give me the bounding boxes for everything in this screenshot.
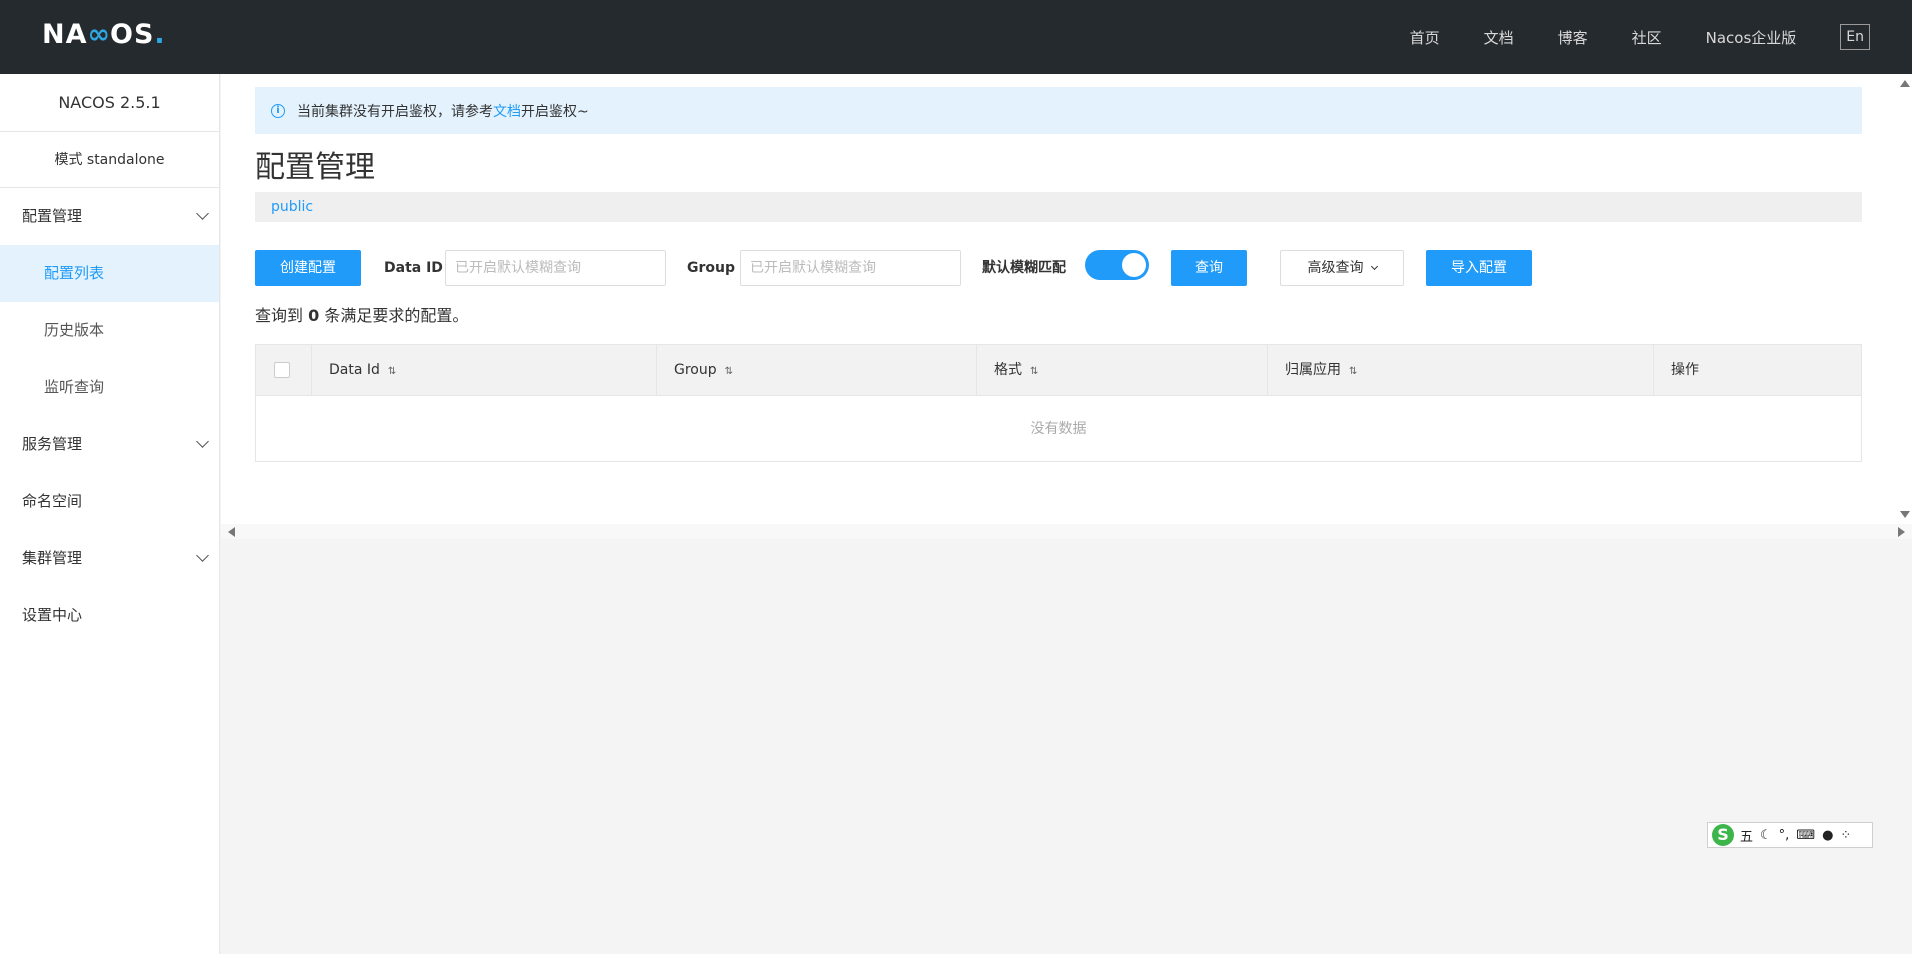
query-button[interactable]: 查询 xyxy=(1171,250,1247,286)
table-empty-state: 没有数据 xyxy=(1030,421,1087,437)
advanced-query-label: 高级查询 xyxy=(1307,260,1364,276)
result-suffix: 条满足要求的配置。 xyxy=(324,306,469,325)
scroll-left-icon[interactable] xyxy=(228,527,235,537)
nacos-logo[interactable]: NA∞ OS. xyxy=(42,19,166,50)
column-app[interactable]: 归属应用 ⇅ xyxy=(1268,345,1654,396)
data-id-input[interactable] xyxy=(445,250,666,286)
chevron-down-icon xyxy=(196,549,209,562)
horizontal-scrollbar[interactable] xyxy=(221,524,1912,539)
column-label: Group xyxy=(674,362,717,378)
column-label: 格式 xyxy=(994,362,1022,378)
nav-home[interactable]: 首页 xyxy=(1410,27,1440,48)
top-nav-links: 首页 文档 博客 社区 Nacos企业版 En xyxy=(1410,0,1912,74)
sort-icon[interactable]: ⇅ xyxy=(388,366,396,377)
top-navbar: NA∞ OS. 首页 文档 博客 社区 Nacos企业版 En xyxy=(0,0,1912,74)
scroll-down-icon[interactable] xyxy=(1900,511,1910,518)
keyboard-icon[interactable]: ⌨ xyxy=(1796,828,1815,843)
column-data-id[interactable]: Data Id ⇅ xyxy=(312,345,657,396)
column-group[interactable]: Group ⇅ xyxy=(657,345,977,396)
nav-community[interactable]: 社区 xyxy=(1632,27,1662,48)
sidebar-item-listener[interactable]: 监听查询 xyxy=(0,359,219,416)
nav-blog[interactable]: 博客 xyxy=(1558,27,1588,48)
namespace-bar: public xyxy=(255,192,1862,222)
sidebar: NACOS 2.5.1 模式 standalone 配置管理 配置列表 历史版本… xyxy=(0,74,220,954)
scroll-right-icon[interactable] xyxy=(1898,527,1905,537)
sidebar-item-namespace[interactable]: 命名空间 xyxy=(0,473,219,530)
sidebar-group-label: 服务管理 xyxy=(22,435,83,453)
query-toolbar: 创建配置 Data ID Group 默认模糊匹配 查询 高级查询 导入配置 xyxy=(255,250,1862,286)
grid-icon[interactable]: ⁘ xyxy=(1840,828,1851,843)
nav-docs[interactable]: 文档 xyxy=(1484,27,1514,48)
column-label: 操作 xyxy=(1671,362,1699,378)
result-summary: 查询到 0 条满足要求的配置。 xyxy=(255,302,468,326)
create-config-button[interactable]: 创建配置 xyxy=(255,250,361,286)
nav-enterprise[interactable]: Nacos企业版 xyxy=(1706,27,1797,48)
column-label: 归属应用 xyxy=(1285,362,1341,378)
group-input[interactable] xyxy=(740,250,961,286)
notice-text-end: 开启鉴权~ xyxy=(521,103,589,120)
version-label: NACOS 2.5.1 xyxy=(0,74,219,132)
ime-toolbar[interactable]: S 五 ☾ °, ⌨ ● ⁘ xyxy=(1707,822,1873,848)
vertical-scrollbar[interactable] xyxy=(1897,74,1912,524)
sort-icon[interactable]: ⇅ xyxy=(1030,366,1038,377)
sidebar-item-config-list[interactable]: 配置列表 xyxy=(0,245,219,302)
import-config-button[interactable]: 导入配置 xyxy=(1426,250,1532,286)
toggle-knob xyxy=(1122,253,1146,277)
sidebar-item-settings[interactable]: 设置中心 xyxy=(0,587,219,644)
result-count: 0 xyxy=(308,306,320,325)
group-label: Group xyxy=(687,260,736,276)
logo-loop-icon: ∞ xyxy=(87,19,110,50)
fuzzy-match-label: 默认模糊匹配 xyxy=(982,260,1066,276)
moon-icon[interactable]: ☾ xyxy=(1760,828,1772,843)
page-title: 配置管理 xyxy=(255,150,375,185)
notice-doc-link[interactable]: 文档 xyxy=(493,101,521,121)
chevron-down-icon xyxy=(196,207,209,220)
table-header: Data Id ⇅ Group ⇅ 格式 ⇅ 归属应用 ⇅ 操作 xyxy=(256,345,1861,396)
scroll-up-icon[interactable] xyxy=(1900,80,1910,87)
column-label: Data Id xyxy=(329,362,380,378)
language-switch-button[interactable]: En xyxy=(1840,24,1870,50)
user-icon[interactable]: ● xyxy=(1822,828,1833,843)
sidebar-item-history[interactable]: 历史版本 xyxy=(0,302,219,359)
chevron-down-icon xyxy=(196,435,209,448)
namespace-public-link[interactable]: public xyxy=(271,199,313,215)
info-icon: i xyxy=(271,103,285,118)
sort-icon[interactable]: ⇅ xyxy=(725,366,733,377)
sidebar-group-service[interactable]: 服务管理 xyxy=(0,416,219,473)
column-actions: 操作 xyxy=(1654,345,1861,396)
sidebar-group-label: 配置管理 xyxy=(22,207,83,225)
ime-logo-icon[interactable]: S xyxy=(1712,824,1734,846)
ime-mode[interactable]: 五 xyxy=(1740,826,1753,845)
auth-notice: i 当前集群没有开启鉴权，请参考 文档 开启鉴权~ xyxy=(255,87,1862,134)
fuzzy-match-toggle[interactable] xyxy=(1085,250,1149,280)
sidebar-group-cluster[interactable]: 集群管理 xyxy=(0,530,219,587)
sidebar-group-label: 命名空间 xyxy=(22,492,83,510)
select-all-cell xyxy=(256,345,312,396)
sort-icon[interactable]: ⇅ xyxy=(1349,366,1357,377)
config-table: Data Id ⇅ Group ⇅ 格式 ⇅ 归属应用 ⇅ 操作 没有数据 xyxy=(255,344,1862,462)
select-all-checkbox[interactable] xyxy=(274,362,290,378)
notice-text: 当前集群没有开启鉴权，请参考 xyxy=(297,103,493,120)
chevron-down-icon xyxy=(1370,262,1378,271)
sidebar-group-label: 集群管理 xyxy=(22,549,83,567)
result-prefix: 查询到 xyxy=(255,306,304,325)
column-format[interactable]: 格式 ⇅ xyxy=(977,345,1268,396)
mode-label: 模式 standalone xyxy=(0,132,219,188)
punctuation-icon[interactable]: °, xyxy=(1779,828,1790,843)
sidebar-group-label: 设置中心 xyxy=(22,606,83,624)
main-content: i 当前集群没有开启鉴权，请参考 文档 开启鉴权~ 配置管理 public 创建配置… xyxy=(221,74,1912,539)
data-id-label: Data ID xyxy=(384,260,443,276)
advanced-query-button[interactable]: 高级查询 xyxy=(1280,250,1404,286)
sidebar-group-config[interactable]: 配置管理 xyxy=(0,188,219,245)
